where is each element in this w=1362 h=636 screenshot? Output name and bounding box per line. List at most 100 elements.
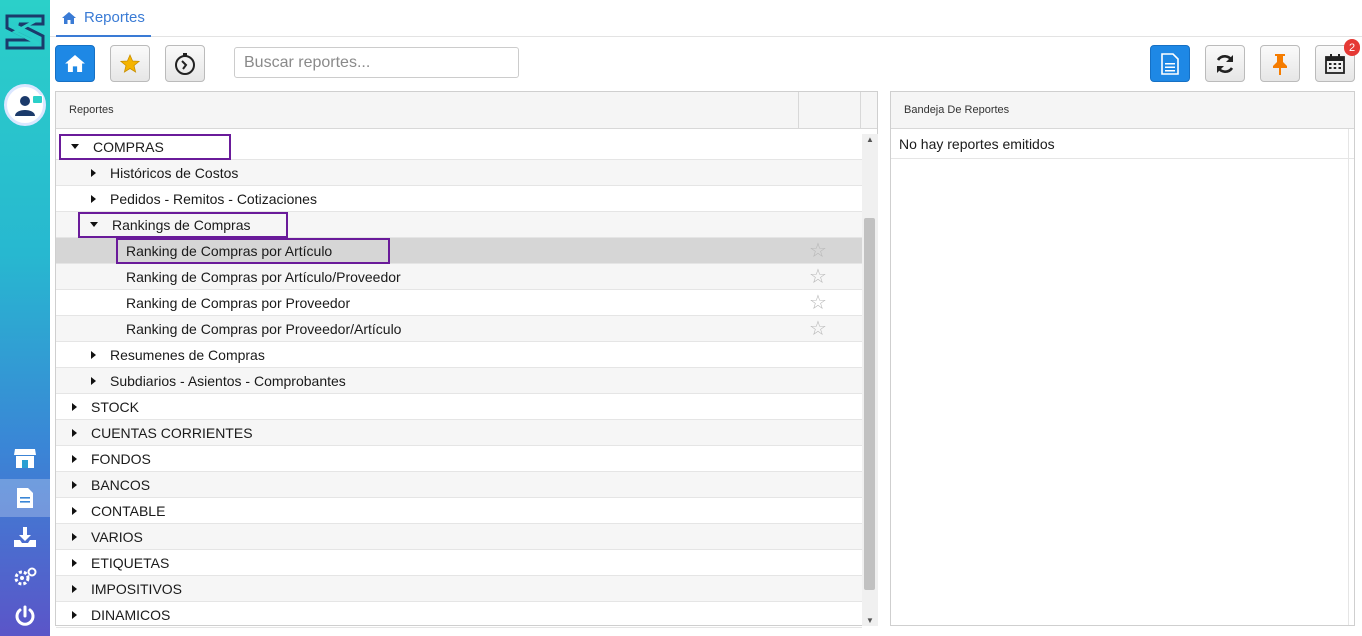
tree-label: CUENTAS CORRIENTES xyxy=(91,424,253,441)
nav-settings[interactable] xyxy=(0,558,50,596)
tree-label: FONDOS xyxy=(91,450,151,467)
tree-node[interactable]: Pedidos - Remitos - Cotizaciones xyxy=(56,186,862,212)
tree-node[interactable]: FONDOS xyxy=(56,446,862,472)
history-button[interactable] xyxy=(165,45,205,82)
documents-button[interactable] xyxy=(1150,45,1190,82)
tree-node[interactable]: COMPRAS xyxy=(56,134,862,160)
tree-label: Ranking de Compras por Artículo xyxy=(126,242,333,259)
reports-scrollbar[interactable]: ▲ ▼ xyxy=(862,134,878,626)
tree-node[interactable]: CUENTAS CORRIENTES xyxy=(56,420,862,446)
star-icon xyxy=(120,53,140,73)
scroll-down-arrow[interactable]: ▼ xyxy=(866,616,874,625)
caret-right-icon[interactable] xyxy=(72,506,77,515)
stopwatch-icon xyxy=(175,52,195,75)
caret-right-icon[interactable] xyxy=(91,376,96,385)
gears-icon xyxy=(14,567,37,586)
file-icon xyxy=(17,488,33,508)
tree-node[interactable]: Rankings de Compras xyxy=(56,212,862,238)
notification-badge: 2 xyxy=(1344,39,1360,56)
nav-logout[interactable] xyxy=(0,597,50,635)
caret-right-icon[interactable] xyxy=(72,402,77,411)
scroll-thumb[interactable] xyxy=(864,218,875,590)
calendar-button[interactable]: 2 xyxy=(1315,39,1360,82)
user-avatar[interactable] xyxy=(4,84,46,126)
tree-node[interactable]: CONTABLE xyxy=(56,498,862,524)
column-header-reportes: Reportes xyxy=(56,92,799,128)
caret-right-icon[interactable] xyxy=(72,532,77,541)
tree-node[interactable]: IMPOSITIVOS xyxy=(56,576,862,602)
caret-right-icon[interactable] xyxy=(72,584,77,593)
caret-right-icon[interactable] xyxy=(72,610,77,619)
pin-button[interactable] xyxy=(1260,45,1300,82)
power-icon xyxy=(15,605,35,626)
refresh-icon xyxy=(1216,54,1234,73)
caret-down-icon[interactable] xyxy=(90,222,98,227)
tree-label: Subdiarios - Asientos - Comprobantes xyxy=(110,372,346,389)
reports-panel-header: Reportes xyxy=(56,92,877,129)
report-item[interactable]: Ranking de Compras por Artículo ☆ xyxy=(56,238,862,264)
nav-store[interactable] xyxy=(0,439,50,477)
tree-node[interactable]: BANCOS xyxy=(56,472,862,498)
tree-label: CONTABLE xyxy=(91,502,166,519)
column-header-actions xyxy=(799,92,861,128)
report-tray-panel: Bandeja De Reportes No hay reportes emit… xyxy=(890,91,1355,626)
caret-right-icon[interactable] xyxy=(91,194,96,203)
tree-label: STOCK xyxy=(91,398,139,415)
tree-node[interactable]: DINAMICOS xyxy=(56,602,862,628)
download-tray-icon xyxy=(14,527,36,547)
caret-right-icon[interactable] xyxy=(72,558,77,567)
home-button[interactable] xyxy=(55,45,95,82)
breadcrumb-label: Reportes xyxy=(84,9,145,26)
scroll-up-arrow[interactable]: ▲ xyxy=(866,135,874,144)
caret-right-icon[interactable] xyxy=(72,480,77,489)
favorite-star-icon[interactable]: ☆ xyxy=(809,266,827,288)
tree-label: Históricos de Costos xyxy=(110,164,239,181)
document-icon xyxy=(1161,52,1179,75)
tray-empty-message: No hay reportes emitidos xyxy=(891,129,1354,159)
status-badge xyxy=(32,95,43,104)
tree-label: Ranking de Compras por Proveedor xyxy=(126,294,351,311)
caret-right-icon[interactable] xyxy=(91,350,96,359)
breadcrumb-reportes[interactable]: Reportes xyxy=(56,0,151,37)
tray-scrollbar[interactable] xyxy=(1348,129,1354,625)
tree-node[interactable]: Históricos de Costos xyxy=(56,160,862,186)
caret-down-icon[interactable] xyxy=(71,144,79,149)
breadcrumb-bar: Reportes xyxy=(50,0,1362,37)
report-item[interactable]: Ranking de Compras por Proveedor/Artícul… xyxy=(56,316,862,342)
tree-node[interactable]: Subdiarios - Asientos - Comprobantes xyxy=(56,368,862,394)
reports-panel: Reportes COMPRAS Históricos de Costos Pedi… xyxy=(55,91,878,628)
nav-download[interactable] xyxy=(0,518,50,556)
favorite-star-icon[interactable]: ☆ xyxy=(809,292,827,314)
tree-label: VARIOS xyxy=(91,528,143,545)
tree-node[interactable]: VARIOS xyxy=(56,524,862,550)
tree-label: Ranking de Compras por Proveedor/Artícul… xyxy=(126,320,402,337)
store-icon xyxy=(14,449,36,468)
caret-right-icon[interactable] xyxy=(91,168,96,177)
app-logo[interactable] xyxy=(3,10,47,54)
tree-label: Rankings de Compras xyxy=(112,216,251,233)
caret-right-icon[interactable] xyxy=(72,428,77,437)
caret-right-icon[interactable] xyxy=(72,454,77,463)
report-item[interactable]: Ranking de Compras por Proveedor ☆ xyxy=(56,290,862,316)
tree-label: BANCOS xyxy=(91,476,151,493)
tree-node[interactable]: ETIQUETAS xyxy=(56,550,862,576)
refresh-button[interactable] xyxy=(1205,45,1245,82)
home-icon xyxy=(62,11,76,24)
favorite-star-icon[interactable]: ☆ xyxy=(809,318,827,340)
tree-label: Ranking de Compras por Artículo/Proveedo… xyxy=(126,268,401,285)
tree-label: DINAMICOS xyxy=(91,606,171,623)
tree-node[interactable]: STOCK xyxy=(56,394,862,420)
favorites-button[interactable] xyxy=(110,45,150,82)
tree-node[interactable]: Resumenes de Compras xyxy=(56,342,862,368)
tree-label: ETIQUETAS xyxy=(91,554,170,571)
nav-reports[interactable] xyxy=(0,479,50,517)
column-header-bandeja: Bandeja De Reportes xyxy=(904,104,1010,116)
pin-icon xyxy=(1273,53,1287,75)
favorite-star-icon[interactable]: ☆ xyxy=(809,240,827,262)
tree-label: COMPRAS xyxy=(93,138,164,155)
tree-label: IMPOSITIVOS xyxy=(91,580,183,597)
tree-label: Resumenes de Compras xyxy=(110,346,265,363)
left-rail xyxy=(0,0,50,636)
report-item[interactable]: Ranking de Compras por Artículo/Proveedo… xyxy=(56,264,862,290)
search-input[interactable] xyxy=(234,47,519,78)
